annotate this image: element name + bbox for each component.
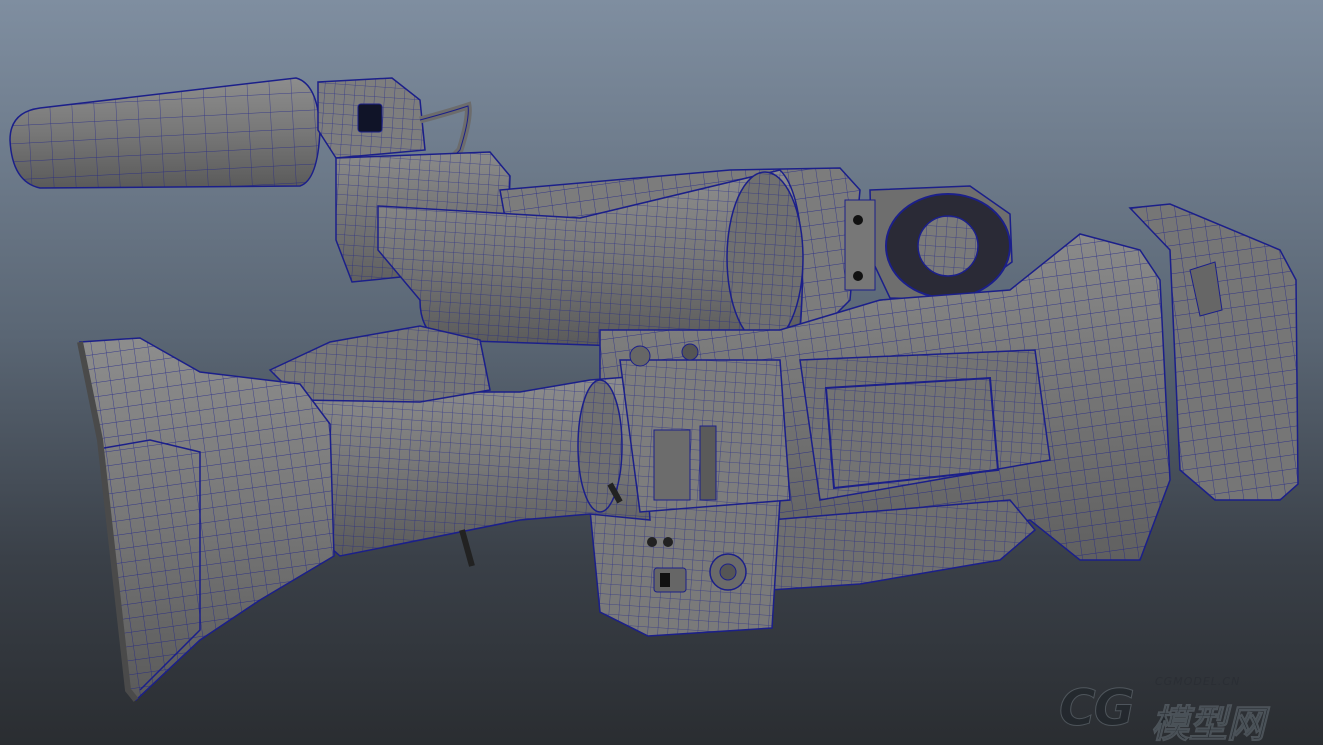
watermark-logo: CGMODEL.CN CG 模型网 [1059, 671, 1309, 745]
watermark-site-text: CGMODEL.CN [1155, 675, 1241, 688]
microphone [9, 77, 321, 189]
eyecup [844, 185, 1013, 301]
lens-mount [619, 343, 791, 513]
mic-holder [317, 77, 472, 161]
lower-controls [589, 499, 781, 637]
lens-hood [77, 337, 335, 702]
watermark-chinese-text: 模型网 [1150, 702, 1266, 745]
watermark-cg-text: CG [1059, 679, 1136, 738]
viewport-3d[interactable]: CGMODEL.CN CG 模型网 [0, 0, 1323, 745]
camcorder-model [9, 77, 1299, 702]
